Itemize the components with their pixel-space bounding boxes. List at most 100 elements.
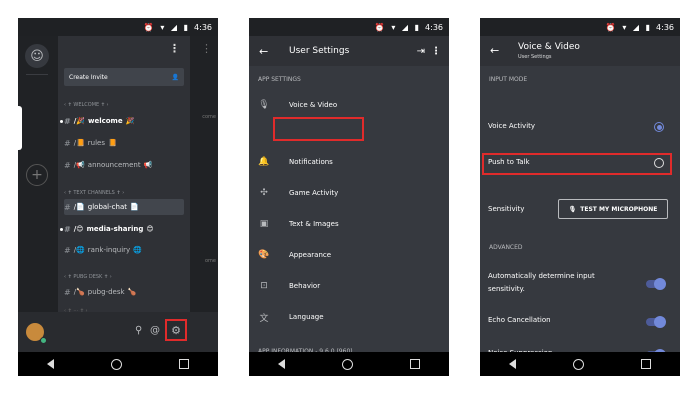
overflow-menu-icon[interactable]: ⋮	[431, 46, 441, 57]
server-rail: ☺ +	[18, 36, 58, 312]
recents-icon[interactable]	[179, 359, 190, 369]
page-subtitle: User Settings	[518, 54, 552, 60]
settings-item-text-images[interactable]: ▣ Text & Images	[249, 211, 449, 237]
settings-item-appearance[interactable]: 🎨 Appearance	[249, 242, 449, 268]
category-welcome[interactable]: ‹ ✝ WELCOME ✝ ›	[64, 102, 109, 108]
settings-item-label: Behavior	[289, 282, 321, 290]
add-user-icon: 👤	[171, 73, 179, 81]
settings-item-game-activity[interactable]: ✣ Game Activity	[249, 180, 449, 206]
settings-gear-button[interactable]: ⚙	[165, 319, 187, 341]
rail-divider	[26, 74, 48, 75]
server-menu-icon[interactable]: ⋮	[169, 42, 180, 55]
microphone-icon: 🎙	[258, 100, 270, 110]
radio-selected[interactable]	[654, 122, 664, 132]
online-status-icon	[40, 337, 47, 344]
profile-icon[interactable]: ⚲	[135, 325, 142, 336]
home-icon[interactable]	[341, 358, 353, 370]
section-advanced: ADVANCED	[489, 244, 523, 251]
test-microphone-button[interactable]: 🎙 TEST MY MICROPHONE	[558, 199, 668, 219]
hash-icon: #	[64, 116, 71, 126]
chat-menu-icon[interactable]: ⋮	[201, 42, 212, 55]
settings-item-behavior[interactable]: ⊡ Behavior	[249, 273, 449, 299]
channel-rules[interactable]: #/📙 rules 📙	[64, 135, 184, 151]
friends-server-icon[interactable]: ☺	[25, 44, 49, 68]
hash-icon: #	[64, 245, 71, 255]
status-time: 4:36	[425, 22, 443, 32]
app-bar: ← User Settings ⇥ ⋮	[249, 36, 449, 66]
channel-list: ⋮ Create Invite 👤 ‹ ✝ WELCOME ✝ › #/🎉 we…	[58, 36, 190, 314]
toggle-switch[interactable]	[646, 316, 666, 328]
phone-voice-video: ⏰ ▾ ◢ ▮ 4:36 ← Voice & Video User Settin…	[480, 18, 680, 376]
settings-item-label: Language	[289, 313, 324, 321]
back-arrow-icon[interactable]: ←	[259, 45, 268, 58]
mentions-icon[interactable]: @	[150, 325, 160, 336]
section-input-mode: INPUT MODE	[489, 76, 528, 83]
settings-item-label: Text & Images	[289, 220, 339, 228]
option-label: Voice Activity	[488, 122, 536, 130]
channel-global-chat[interactable]: #/📄 global-chat 📄	[64, 199, 184, 215]
status-icons: ⏰ ▾ ◢ ▮	[143, 22, 191, 32]
option-voice-activity[interactable]: Voice Activity	[480, 122, 680, 136]
logout-icon[interactable]: ⇥	[417, 46, 425, 57]
page-title: Voice & Video	[518, 42, 580, 52]
settings-item-language[interactable]: 文 Language	[249, 304, 449, 330]
image-icon: ▣	[259, 219, 269, 229]
echo-cancellation-row[interactable]: Echo Cancellation	[480, 316, 680, 330]
settings-item-label: Voice & Video	[289, 101, 338, 109]
option-label: Automatically determine input	[488, 272, 595, 280]
create-invite-label: Create Invite	[69, 73, 108, 81]
option-label: Echo Cancellation	[488, 316, 551, 324]
category-pubg-desk[interactable]: ‹ ✝ PUBG DESK ✝ ›	[64, 274, 112, 280]
hash-icon: #	[64, 160, 71, 170]
chat-peek-text: come	[202, 114, 216, 120]
selected-server-pill	[18, 106, 22, 150]
channel-media-sharing[interactable]: #/😊 media-sharing 😊	[60, 221, 184, 237]
toggle-switch[interactable]	[646, 278, 666, 290]
gear-icon: ⚙	[171, 323, 181, 337]
android-nav-bar	[18, 352, 218, 376]
status-bar: ⏰ ▾ ◢ ▮ 4:36	[18, 18, 218, 36]
home-icon[interactable]	[572, 358, 584, 370]
status-time: 4:36	[194, 22, 212, 32]
channel-announcement[interactable]: #/📢 announcement 📢	[64, 157, 184, 173]
settings-item-voice-video[interactable]: 🎙 Voice & Video	[249, 92, 449, 118]
home-icon[interactable]	[110, 358, 122, 370]
unread-dot	[60, 119, 63, 123]
settings-item-notifications[interactable]: 🔔 Notifications	[249, 149, 449, 175]
channel-welcome[interactable]: #/🎉 welcome 🎉	[60, 113, 184, 129]
category-text-channels[interactable]: ‹ ✝ TEXT CHANNELS ✝ ›	[64, 190, 124, 196]
back-icon[interactable]	[508, 359, 516, 369]
back-icon[interactable]	[277, 359, 285, 369]
sensitivity-label: Sensitivity	[488, 205, 525, 213]
hash-icon: #	[64, 224, 71, 234]
channel-pubg-desk[interactable]: #/🍗 pubg-desk 🍗	[64, 284, 184, 300]
chat-peek-text: ome	[204, 258, 216, 264]
status-bar: ⏰ ▾ ◢ ▮ 4:36	[480, 18, 680, 36]
chat-peek: ⋮ come ome	[190, 36, 218, 312]
settings-item-label: Game Activity	[289, 189, 339, 197]
behavior-icon: ⊡	[260, 281, 268, 291]
channel-rank-inquiry[interactable]: #/🌐 rank-inquiry 🌐	[64, 242, 184, 258]
settings-item-label: Appearance	[289, 251, 332, 259]
phone-user-settings: ⏰ ▾ ◢ ▮ 4:36 ← User Settings ⇥ ⋮ APP SET…	[249, 18, 449, 376]
gamepad-icon: ✣	[260, 188, 268, 198]
page-title: User Settings	[289, 46, 350, 56]
status-icons: ⏰ ▾ ◢ ▮	[374, 22, 422, 32]
settings-item-label: Notifications	[289, 158, 333, 166]
auto-sensitivity-row[interactable]: Automatically determine input sensitivit…	[480, 272, 680, 298]
android-nav-bar	[249, 352, 449, 376]
create-invite-button[interactable]: Create Invite 👤	[64, 68, 184, 86]
recents-icon[interactable]	[410, 359, 421, 369]
translate-icon: 文	[259, 313, 269, 324]
sensitivity-row: Sensitivity 🎙 TEST MY MICROPHONE	[480, 199, 680, 221]
user-bar: ⚲ @ ⚙	[18, 312, 218, 352]
test-microphone-label: TEST MY MICROPHONE	[580, 205, 658, 213]
add-server-icon[interactable]: +	[26, 164, 48, 186]
status-time: 4:36	[656, 22, 674, 32]
hash-icon: #	[64, 138, 71, 148]
unread-dot	[60, 227, 63, 231]
recents-icon[interactable]	[641, 359, 652, 369]
back-icon[interactable]	[46, 359, 54, 369]
bell-icon: 🔔	[258, 157, 270, 167]
back-arrow-icon[interactable]: ←	[490, 44, 499, 57]
